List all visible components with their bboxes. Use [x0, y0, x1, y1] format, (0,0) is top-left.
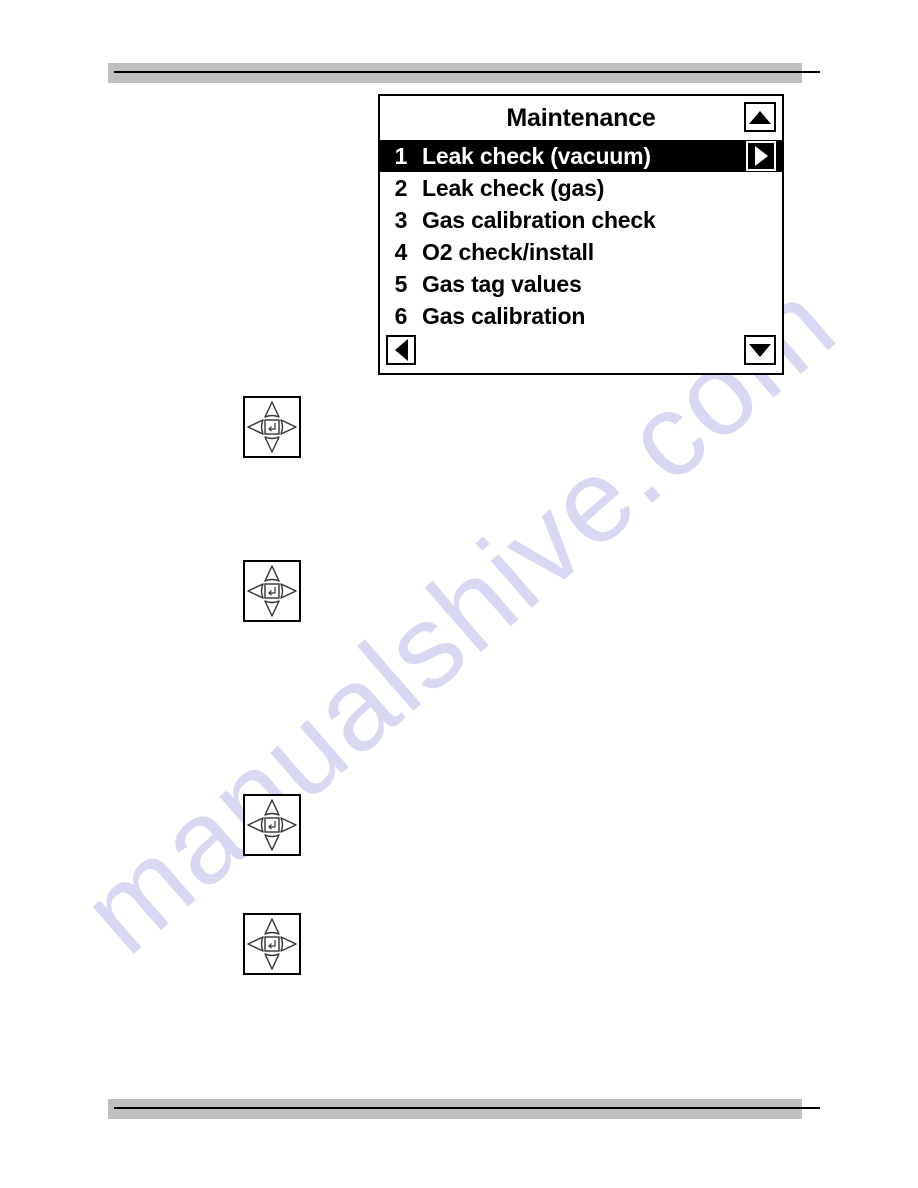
dpad-icon — [247, 918, 297, 970]
back-button[interactable] — [386, 335, 416, 365]
navigation-keypad-1 — [243, 396, 301, 458]
enter-button[interactable] — [746, 141, 776, 171]
triangle-left-icon — [394, 339, 408, 361]
scroll-down-button[interactable] — [744, 335, 776, 365]
menu-item-o2-check-install[interactable]: 4 O2 check/install — [380, 236, 782, 268]
triangle-up-icon — [749, 110, 771, 124]
dpad-icon — [247, 799, 297, 851]
menu-item-number: 1 — [394, 142, 408, 169]
menu-item-gas-calibration[interactable]: 6 Gas calibration — [380, 300, 782, 332]
triangle-down-icon — [749, 343, 771, 357]
footer-rule-band — [108, 1099, 802, 1119]
menu-item-number: 6 — [394, 302, 408, 329]
navigation-keypad-2 — [243, 560, 301, 622]
menu-item-label: Leak check (vacuum) — [422, 142, 651, 169]
menu-item-label: Gas calibration check — [422, 206, 656, 233]
menu-item-leak-check-vacuum[interactable]: 1 Leak check (vacuum) — [380, 140, 782, 172]
menu-item-label: O2 check/install — [422, 238, 594, 265]
menu-item-leak-check-gas[interactable]: 2 Leak check (gas) — [380, 172, 782, 204]
menu-item-gas-calibration-check[interactable]: 3 Gas calibration check — [380, 204, 782, 236]
menu-item-number: 5 — [394, 270, 408, 297]
dpad-icon — [247, 565, 297, 617]
dpad-icon — [247, 401, 297, 453]
navigation-keypad-4 — [243, 913, 301, 975]
lcd-menu-list: 1 Leak check (vacuum) 2 Leak check (gas)… — [380, 140, 782, 332]
triangle-right-icon — [754, 146, 768, 166]
menu-item-number: 2 — [394, 174, 408, 201]
lcd-title: Maintenance — [506, 104, 656, 132]
menu-item-label: Gas tag values — [422, 270, 582, 297]
menu-item-number: 3 — [394, 206, 408, 233]
header-rule-line — [114, 71, 820, 73]
footer-rule-line — [114, 1107, 820, 1109]
scroll-up-button[interactable] — [744, 102, 776, 132]
menu-item-label: Leak check (gas) — [422, 174, 605, 201]
header-rule-band — [108, 63, 802, 83]
menu-item-gas-tag-values[interactable]: 5 Gas tag values — [380, 268, 782, 300]
menu-item-number: 4 — [394, 238, 408, 265]
lcd-menu-panel: Maintenance 1 Leak check (vacuum) 2 Leak… — [378, 94, 784, 375]
navigation-keypad-3 — [243, 794, 301, 856]
menu-item-label: Gas calibration — [422, 302, 586, 329]
